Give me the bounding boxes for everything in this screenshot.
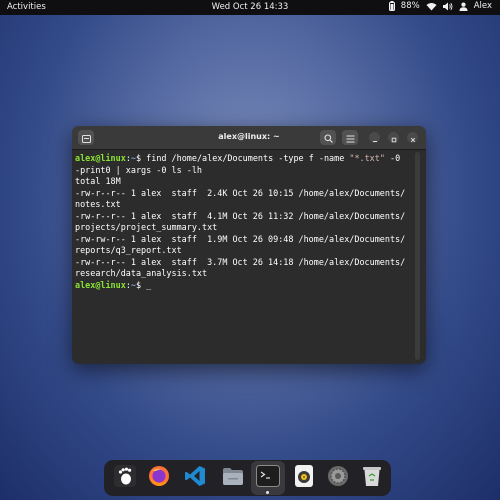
terminal-text-segment: -print0 | xargs -0 ls -lh xyxy=(75,164,202,175)
terminal-line: alex@linux:~$ find /home/alex/Documents … xyxy=(75,153,411,165)
dock-item-terminal[interactable] xyxy=(251,461,285,495)
terminal-text-segment: reports/q3_report.txt xyxy=(75,245,182,255)
volume-icon xyxy=(442,2,453,11)
terminal-text-segment: alex@linux xyxy=(75,153,126,163)
top-bar: Activities Wed Oct 26 14:33 88% Alex xyxy=(0,0,500,15)
close-icon xyxy=(410,128,416,147)
terminal-line: reports/q3_report.txt xyxy=(75,245,411,257)
terminal-text-segment: $ find /home/alex/Documents -type f -nam… xyxy=(136,153,350,163)
terminal-line: -print0 | xargs -0 ls -lh xyxy=(75,165,411,177)
maximize-button[interactable] xyxy=(388,132,399,143)
terminal-text-segment: "*.txt" xyxy=(349,153,385,163)
terminal-text-segment: -rw-r--r-- 1 alex staff 3.7M Oct 26 14:1… xyxy=(75,256,406,267)
dock-item-trash[interactable] xyxy=(360,466,384,490)
running-indicator-dot xyxy=(266,491,269,494)
trash-icon xyxy=(362,465,382,491)
close-button[interactable] xyxy=(407,132,418,143)
terminal-window[interactable]: alex@linux: ~ alex@linux:~$ find /home/a… xyxy=(72,126,426,364)
gnome-foot-icon xyxy=(114,465,136,491)
dock-item-settings[interactable] xyxy=(326,466,350,490)
system-status-area[interactable]: 88% Alex xyxy=(388,1,492,11)
terminal-text-segment: $ _ xyxy=(136,279,152,290)
wifi-icon xyxy=(426,2,437,11)
files-icon xyxy=(222,465,244,491)
user-icon xyxy=(459,2,468,11)
dock-item-firefox[interactable] xyxy=(147,466,171,490)
terminal-line: -rw-r--r-- 1 alex staff 2.4K Oct 26 10:1… xyxy=(75,188,411,200)
terminal-line: alex@linux:~$ _ xyxy=(75,280,411,292)
terminal-text-segment: -0 xyxy=(384,153,401,163)
search-button[interactable] xyxy=(320,130,336,145)
dock-item-vscode[interactable] xyxy=(183,466,207,490)
dock xyxy=(104,460,391,496)
firefox-icon xyxy=(148,465,170,491)
user-name: Alex xyxy=(473,1,492,11)
terminal-icon xyxy=(256,465,280,491)
terminal-line: projects/project_summary.txt xyxy=(75,222,411,234)
terminal-titlebar[interactable]: alex@linux: ~ xyxy=(72,126,426,150)
dock-item-files[interactable] xyxy=(221,466,245,490)
terminal-text-segment: -rw-r--r-- 1 alex staff 4.1M Oct 26 11:3… xyxy=(75,210,406,221)
menu-button[interactable] xyxy=(342,130,358,145)
maximize-icon xyxy=(391,128,397,147)
dock-item-gnome[interactable] xyxy=(113,465,137,491)
terminal-text-segment: total 18M xyxy=(75,176,121,186)
terminal-line: notes.txt xyxy=(75,199,411,211)
dock-item-rhythmbox[interactable] xyxy=(292,465,316,491)
minimize-icon xyxy=(372,128,378,147)
vscode-icon xyxy=(184,465,206,491)
terminal-line: -rw-r--r-- 1 alex staff 3.7M Oct 26 14:1… xyxy=(75,257,411,269)
settings-icon xyxy=(327,465,349,491)
rhythmbox-icon xyxy=(293,465,315,491)
hamburger-menu-icon xyxy=(346,128,355,147)
terminal-text-segment: alex@linux xyxy=(75,279,126,290)
terminal-text-segment: research/data_analysis.txt xyxy=(75,268,208,278)
terminal-line: total 18M xyxy=(75,176,411,188)
battery-icon xyxy=(388,1,395,11)
terminal-line: -rw-rw-r-- 1 alex staff 1.9M Oct 26 09:4… xyxy=(75,234,411,246)
battery-percent: 88% xyxy=(400,1,420,11)
terminal-text-segment: notes.txt xyxy=(75,199,121,209)
terminal-text-segment: projects/project_summary.txt xyxy=(75,222,218,232)
search-icon xyxy=(323,128,333,147)
terminal-text-segment: -rw-rw-r-- 1 alex staff 1.9M Oct 26 09:4… xyxy=(75,233,406,244)
terminal-line: -rw-r--r-- 1 alex staff 4.1M Oct 26 11:3… xyxy=(75,211,411,223)
terminal-line: research/data_analysis.txt xyxy=(75,268,411,280)
terminal-output[interactable]: alex@linux:~$ find /home/alex/Documents … xyxy=(75,153,411,358)
terminal-text-segment: -rw-r--r-- 1 alex staff 2.4K Oct 26 10:1… xyxy=(75,187,406,198)
terminal-scrollbar[interactable] xyxy=(415,152,420,360)
minimize-button[interactable] xyxy=(369,132,380,143)
